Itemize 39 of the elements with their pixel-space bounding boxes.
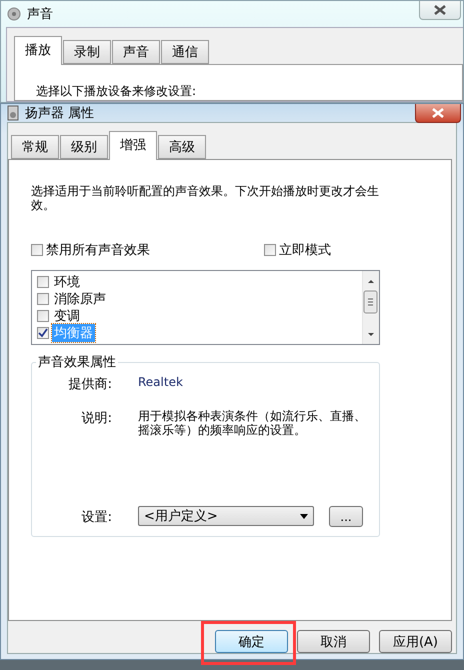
list-item[interactable]: 变调 [52, 307, 82, 325]
field-label: 设置: [80, 508, 112, 526]
list-item[interactable]: 环境 [52, 273, 82, 291]
caret-icon [300, 514, 308, 518]
dialog-button[interactable]: 确定 [215, 630, 288, 653]
checkbox[interactable] [37, 293, 49, 305]
dialog-button[interactable]: 应用(A) [379, 630, 452, 653]
checkbox[interactable] [37, 327, 49, 339]
tab[interactable]: 通信 [161, 40, 209, 64]
field-label: 提供商: [68, 376, 112, 393]
tab[interactable]: 高级 [158, 135, 206, 159]
close-icon [432, 108, 444, 118]
provider-value: Realtek [138, 375, 184, 389]
tab[interactable]: 录制 [63, 40, 111, 64]
description-text: 用于模拟各种表演条件（如流行乐、直播、摇滚乐等）的频率响应的设置。 [138, 409, 367, 437]
prompt-text: 选择以下播放设备来修改设置: [35, 83, 198, 100]
dialog-button[interactable]: 取消 [297, 630, 370, 653]
more-button[interactable]: ... [329, 506, 363, 527]
list-item[interactable]: 消除原声 [52, 290, 108, 308]
checkbox[interactable] [37, 276, 49, 288]
group-title: 声音效果属性 [37, 354, 117, 371]
tab[interactable]: 级别 [60, 135, 108, 159]
tab[interactable]: 增强 [109, 131, 157, 160]
tab[interactable]: 声音 [112, 40, 160, 64]
checkbox[interactable] [37, 310, 49, 322]
checkbox[interactable] [31, 244, 43, 256]
setting-dropdown[interactable]: <用户定义> [138, 506, 314, 526]
intro-text: 选择适用于当前聆听配置的声音效果。下次开始播放时更改才会生效。 [31, 184, 380, 212]
field-label: 说明: [80, 410, 112, 427]
close-button[interactable] [419, 1, 461, 20]
tab[interactable]: 常规 [11, 135, 59, 159]
close-button[interactable] [415, 104, 461, 123]
window-title: 扬声器 属性 [25, 105, 94, 122]
close-icon [434, 5, 446, 15]
checkbox[interactable] [264, 244, 276, 256]
checkbox-label: 立即模式 [279, 242, 331, 259]
checkbox-label: 禁用所有声音效果 [46, 242, 150, 259]
window-title: 声音 [27, 6, 53, 23]
tab[interactable]: 播放 [14, 36, 62, 65]
